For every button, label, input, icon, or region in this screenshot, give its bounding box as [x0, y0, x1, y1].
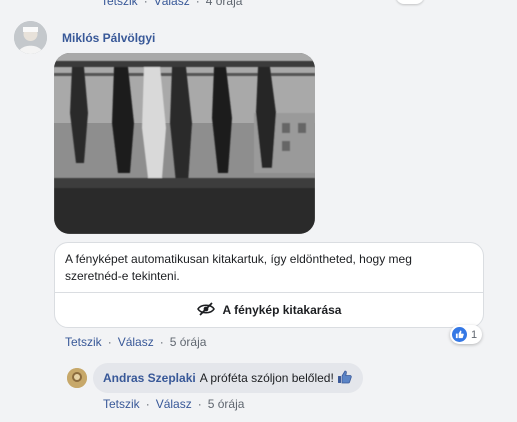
reaction-badge[interactable]: 1: [450, 325, 483, 344]
separator-dot: ·: [107, 335, 112, 349]
avatar[interactable]: [14, 21, 47, 54]
uncover-photo-button[interactable]: A fénykép kitakarása: [55, 293, 483, 327]
reply-author[interactable]: Andras Szeplaki: [103, 371, 196, 385]
avatar[interactable]: [67, 368, 87, 388]
timestamp[interactable]: 4 órája: [206, 0, 243, 8]
reaction-count: 1: [471, 328, 478, 341]
reply-actions: Tetszik · Válasz · 5 órája: [103, 397, 244, 411]
like-link[interactable]: Tetszik: [103, 397, 140, 411]
reply-link[interactable]: Válasz: [156, 397, 192, 411]
timestamp[interactable]: 5 órája: [208, 397, 245, 411]
comment-author[interactable]: Miklós Pálvölgyi: [62, 31, 155, 45]
separator-dot: ·: [195, 0, 200, 8]
separator-dot: ·: [145, 397, 150, 411]
reply-link[interactable]: Válasz: [154, 0, 190, 8]
separator-dot: ·: [197, 397, 202, 411]
like-icon: [452, 327, 467, 342]
hidden-photo[interactable]: [54, 53, 315, 234]
reply-link[interactable]: Válasz: [118, 335, 154, 349]
reply-bubble: Andras Szeplaki A próféta szóljon belőle…: [93, 363, 363, 393]
thumbs-up-icon: [337, 369, 353, 388]
uncover-photo-label: A fénykép kitakarása: [222, 303, 342, 317]
comment-actions: Tetszik · Válasz · 5 órája: [65, 335, 206, 349]
reaction-badge[interactable]: [396, 0, 424, 4]
like-link[interactable]: Tetszik: [65, 335, 102, 349]
separator-dot: ·: [143, 0, 148, 8]
eye-slash-icon: [196, 301, 215, 319]
timestamp[interactable]: 5 órája: [170, 335, 207, 349]
previous-comment-actions: Tetszik · Válasz · 4 órája: [101, 0, 242, 8]
like-link[interactable]: Tetszik: [101, 0, 138, 8]
cover-notice-text: A fényképet automatikusan kitakartuk, íg…: [65, 252, 412, 283]
photo-cover-notice: A fényképet automatikusan kitakartuk, íg…: [54, 242, 484, 328]
reply-text: A próféta szóljon belőled!: [199, 371, 334, 385]
separator-dot: ·: [159, 335, 164, 349]
